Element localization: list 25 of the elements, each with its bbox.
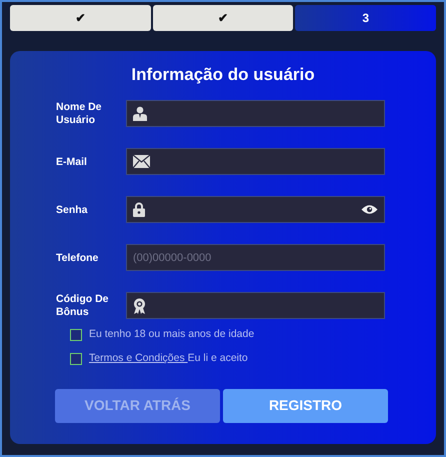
- checkbox-label: Eu tenho 18 ou mais anos de idade: [89, 327, 254, 342]
- field-label: Nome De Usuário: [56, 101, 103, 126]
- terms-link[interactable]: Termos e Condições: [89, 351, 188, 367]
- input-field[interactable]: [126, 148, 385, 176]
- step-tab[interactable]: ✔: [152, 5, 294, 31]
- input-field[interactable]: (00)00000-0000: [126, 244, 385, 272]
- step-tab[interactable]: ✔: [10, 5, 151, 31]
- form-title: Informação do usuário: [130, 65, 316, 86]
- field-label: Telefone: [56, 252, 100, 264]
- field-label: E-Mail: [56, 156, 88, 168]
- input-field[interactable]: [126, 292, 385, 320]
- field-label: Senha: [56, 204, 89, 216]
- envelope-icon: [133, 155, 150, 168]
- medal-icon: [133, 298, 146, 314]
- text-input[interactable]: (00)00000-0000: [133, 250, 378, 266]
- input-field[interactable]: [126, 100, 385, 128]
- input-field[interactable]: [126, 196, 385, 224]
- checkbox[interactable]: [70, 329, 82, 342]
- user-icon: [133, 106, 147, 122]
- checkbox-label: Eu li e aceito: [188, 351, 248, 366]
- step-tab[interactable]: 3: [295, 5, 436, 31]
- checkbox[interactable]: [70, 353, 82, 366]
- lock-icon: [133, 202, 145, 218]
- field-label: Código De Bônus: [56, 293, 110, 318]
- eye-icon[interactable]: [361, 204, 378, 216]
